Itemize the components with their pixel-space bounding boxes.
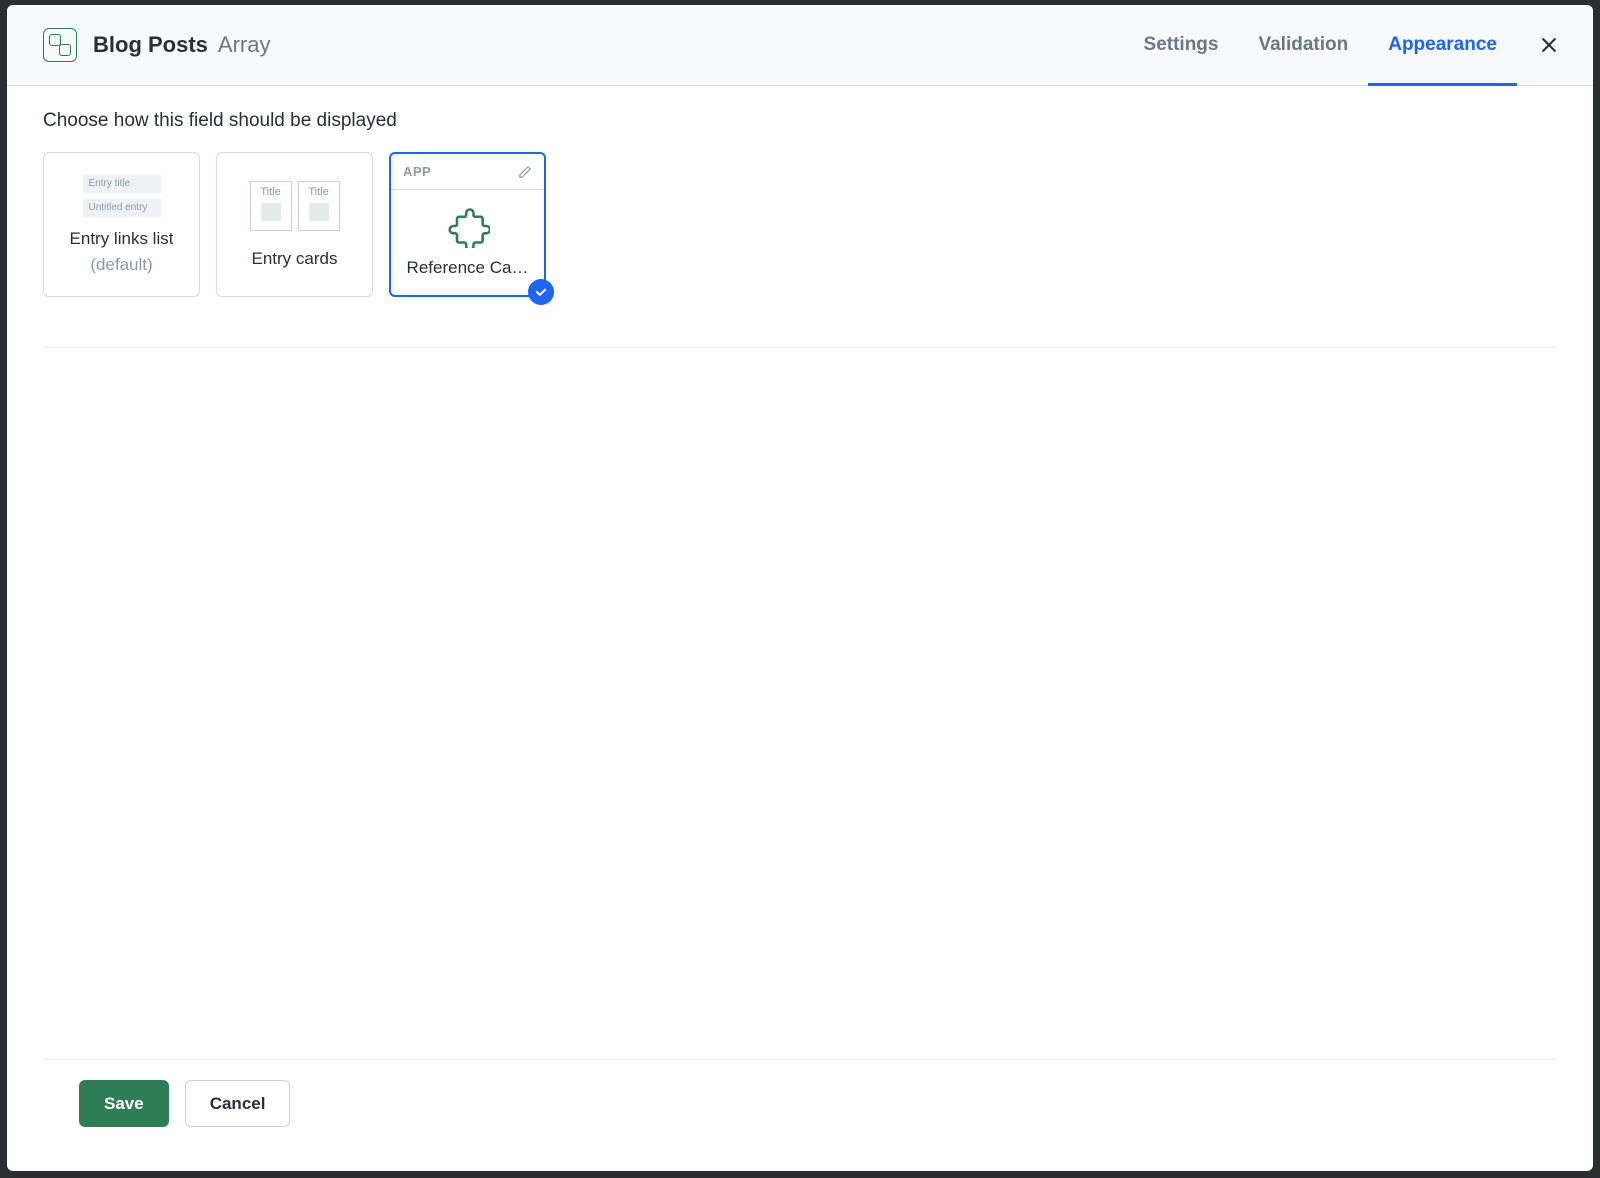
tab-appearance[interactable]: Appearance	[1368, 5, 1517, 85]
option-sublabel: (default)	[90, 255, 152, 275]
app-badge: APP	[403, 164, 431, 179]
option-entry-links-list[interactable]: Entry title Untitled entry Entry links l…	[43, 152, 200, 297]
cancel-button[interactable]: Cancel	[185, 1080, 291, 1127]
appearance-options: Entry title Untitled entry Entry links l…	[43, 152, 1557, 297]
preview-line: Entry title	[83, 175, 161, 193]
app-badge-header: APP	[391, 154, 544, 190]
mini-card: Title	[298, 181, 340, 231]
pencil-icon	[518, 165, 532, 179]
field-name: Blog Posts	[93, 32, 208, 58]
option-reference-cards[interactable]: APP Reference Ca…	[389, 152, 546, 297]
modal-body: Choose how this field should be displaye…	[7, 86, 1593, 1171]
entry-cards-preview: Title Title	[250, 181, 340, 231]
option-label: Reference Ca…	[401, 258, 534, 278]
option-label: Entry cards	[252, 249, 338, 269]
app-body: Reference Ca…	[391, 190, 544, 295]
check-icon	[534, 285, 548, 299]
tab-settings[interactable]: Settings	[1124, 5, 1239, 85]
selected-check-badge	[528, 279, 554, 305]
entry-links-preview: Entry title Untitled entry	[83, 175, 161, 217]
tab-validation[interactable]: Validation	[1238, 5, 1368, 85]
field-settings-modal: Blog Posts Array Settings Validation App…	[7, 5, 1593, 1171]
close-button[interactable]	[1529, 25, 1569, 65]
mini-card-block	[261, 203, 281, 221]
preview-line: Untitled entry	[83, 199, 161, 217]
puzzle-piece-icon	[446, 204, 490, 248]
modal-footer: Save Cancel	[43, 1059, 1557, 1147]
section-label: Choose how this field should be displaye…	[43, 110, 1557, 132]
save-button[interactable]: Save	[79, 1080, 169, 1127]
option-label: Entry links list	[70, 229, 174, 249]
close-icon	[1539, 35, 1559, 55]
modal-header: Blog Posts Array Settings Validation App…	[7, 5, 1593, 86]
mini-card-block	[309, 203, 329, 221]
reference-field-icon	[43, 28, 77, 62]
field-type: Array	[218, 32, 271, 58]
mini-card-title: Title	[308, 186, 328, 198]
mini-card-title: Title	[260, 186, 280, 198]
tabs: Settings Validation Appearance	[1124, 5, 1517, 85]
option-entry-cards[interactable]: Title Title Entry cards	[216, 152, 373, 297]
mini-card: Title	[250, 181, 292, 231]
